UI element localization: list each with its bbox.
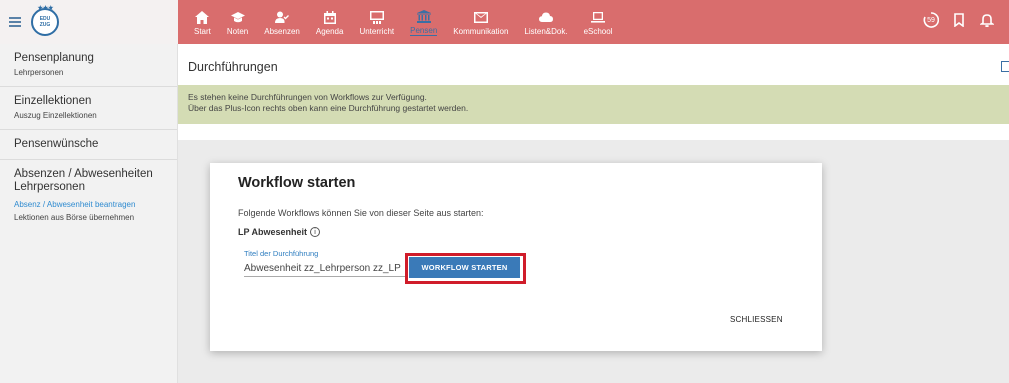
logo-text-bottom: ZUG [39, 22, 51, 28]
main-nav: Start Noten Absenzen Agenda Unterricht P… [186, 0, 620, 44]
top-bar: ★★★ EDU ZUG Start Noten Absenzen Agenda … [0, 0, 1009, 44]
workflow-start-button[interactable]: WORKFLOW STARTEN [409, 257, 520, 278]
sidebar-group-title[interactable]: Pensenplanung [14, 52, 163, 65]
bookmark-icon [954, 13, 964, 27]
nav-item-absenzen[interactable]: Absenzen [256, 0, 308, 44]
bookmark-button[interactable] [951, 12, 967, 28]
bell-icon [980, 14, 994, 27]
nav-item-noten[interactable]: Noten [219, 0, 256, 44]
sidebar-item-auszug[interactable]: Auszug Einzellektionen [14, 111, 163, 121]
banner-line-1: Es stehen keine Durchführungen von Workf… [188, 92, 427, 102]
laptop-icon [591, 12, 606, 23]
page-title: Durchführungen [188, 60, 278, 74]
workflow-name: LP Abwesenheit i [238, 227, 321, 237]
title-input[interactable] [244, 260, 407, 277]
sidebar-group-einzellektionen: Einzellektionen Auszug Einzellektionen [0, 87, 177, 130]
sidebar: Pensenplanung Lehrpersonen Einzellektion… [0, 44, 178, 383]
nav-item-start[interactable]: Start [186, 0, 219, 44]
profile-badge[interactable]: 59 [923, 12, 939, 28]
logo[interactable]: ★★★ EDU ZUG [31, 5, 59, 36]
top-right-actions: 59 [923, 12, 995, 28]
info-banner: Es stehen keine Durchführungen von Workf… [178, 85, 1009, 124]
badge-count: 59 [927, 16, 935, 24]
brand-area: ★★★ EDU ZUG [0, 0, 178, 44]
nav-item-eschool[interactable]: eSchool [576, 0, 621, 44]
sidebar-group-pensenplanung: Pensenplanung Lehrpersonen [0, 44, 177, 87]
sidebar-item-lehrpersonen[interactable]: Lehrpersonen [14, 68, 163, 78]
board-icon [369, 11, 384, 24]
home-icon [195, 11, 210, 24]
logo-stars-icon: ★★★ [37, 5, 54, 12]
sidebar-group-pensenwuensche: Pensenwünsche [0, 130, 177, 160]
close-button[interactable]: SCHLIESSEN [730, 315, 783, 324]
nav-item-kommunikation[interactable]: Kommunikation [445, 0, 516, 44]
menu-icon[interactable] [9, 17, 21, 27]
sidebar-item-lektionen-boerse[interactable]: Lektionen aus Börse übernehmen [14, 213, 163, 223]
sidebar-group-title[interactable]: Einzellektionen [14, 95, 163, 108]
notifications-button[interactable] [979, 12, 995, 28]
person-check-icon [275, 11, 290, 23]
sidebar-group-title[interactable]: Absenzen / Abwesenheiten Lehrpersonen [14, 168, 154, 194]
title-field-label: Titel der Durchführung [244, 249, 319, 258]
nav-item-unterricht[interactable]: Unterricht [351, 0, 402, 44]
calendar-icon [323, 11, 336, 24]
workflow-name-label: LP Abwesenheit [238, 227, 308, 237]
dialog-intro: Folgende Workflows können Sie von dieser… [238, 208, 484, 218]
sidebar-item-absenz-beantragen[interactable]: Absenz / Abwesenheit beantragen [14, 200, 163, 210]
workflow-dialog: Workflow starten Folgende Workflows könn… [210, 163, 822, 351]
nav-item-pensen[interactable]: Pensen [402, 0, 445, 44]
cloud-icon [538, 12, 553, 22]
nav-item-agenda[interactable]: Agenda [308, 0, 352, 44]
sidebar-group-absenzen: Absenzen / Abwesenheiten Lehrpersonen Ab… [0, 160, 177, 231]
dialog-title: Workflow starten [238, 175, 356, 191]
mail-icon [473, 12, 488, 23]
info-icon[interactable]: i [310, 227, 321, 237]
add-icon[interactable] [1001, 61, 1009, 72]
sidebar-group-title[interactable]: Pensenwünsche [14, 138, 163, 151]
nav-item-listen[interactable]: Listen&Dok. [516, 0, 575, 44]
banner-line-2: Über das Plus-Icon rechts oben kann eine… [188, 103, 469, 113]
graduation-cap-icon [230, 12, 245, 23]
institution-icon [416, 10, 431, 23]
